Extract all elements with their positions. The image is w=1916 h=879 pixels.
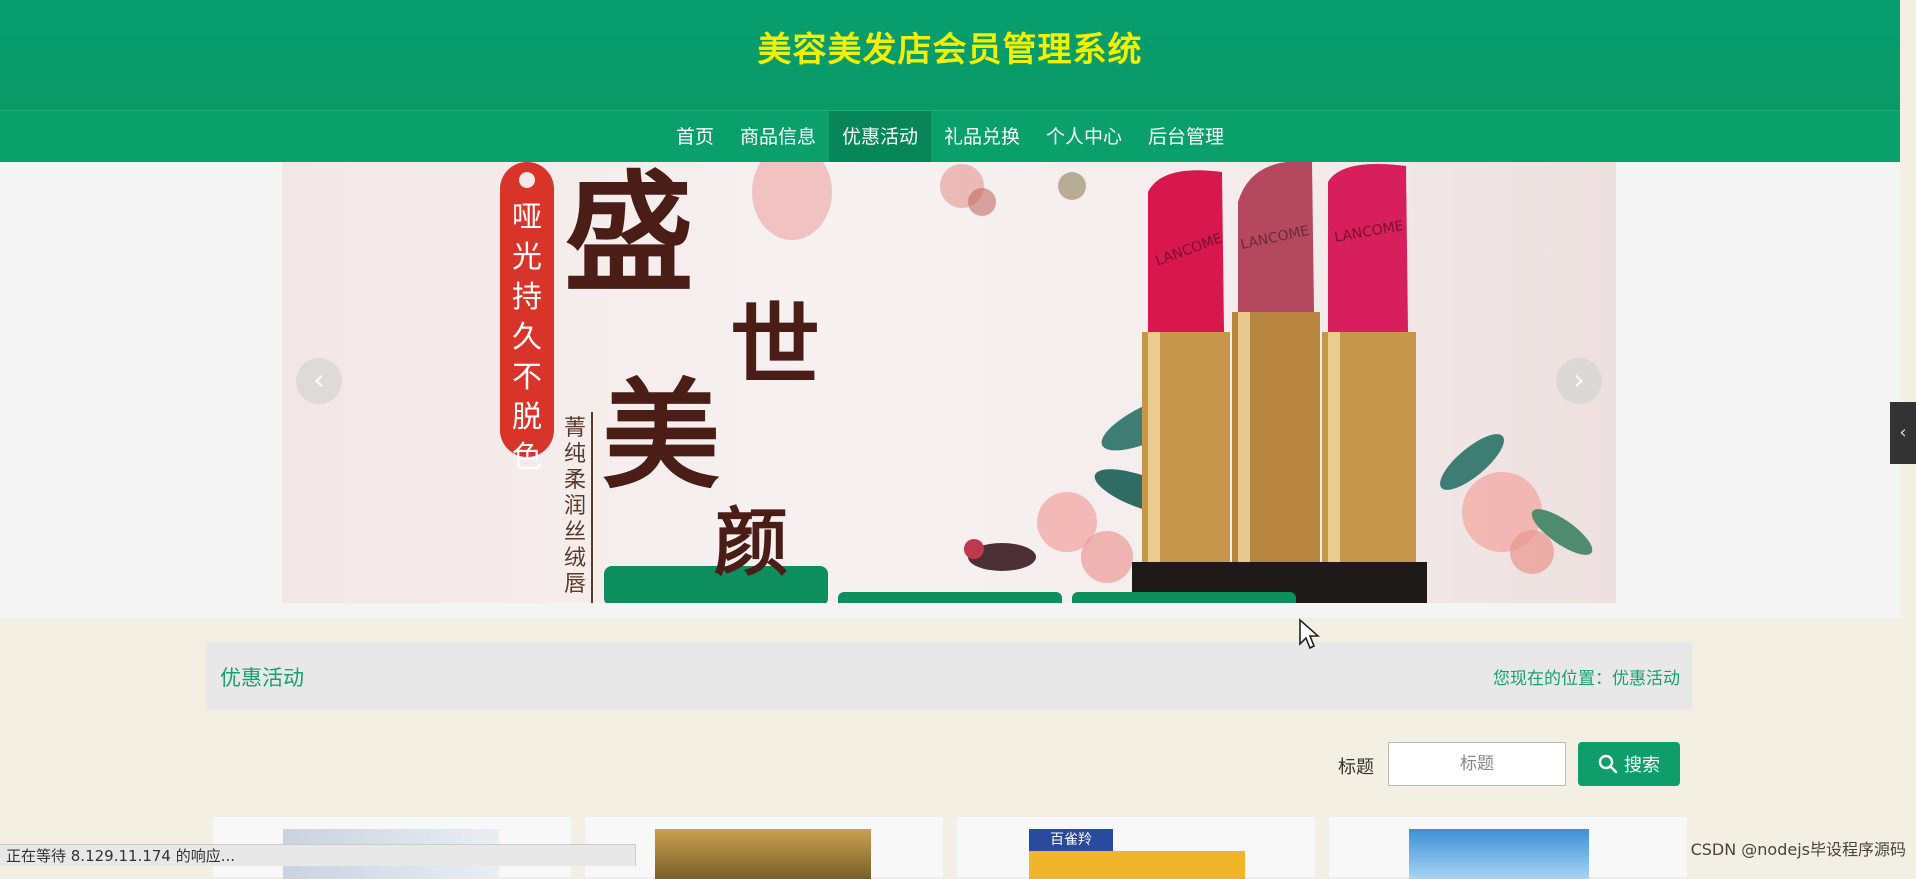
carousel-next-button[interactable]: › <box>1556 358 1602 404</box>
search-button-label: 搜索 <box>1624 755 1660 775</box>
nav-item-promotions[interactable]: 优惠活动 <box>828 111 931 163</box>
carousel-banner[interactable]: 哑光持久不脱色 盛 世 美 颜 菁纯柔润丝绒唇 LANCOME LANCOME … <box>282 162 1616 603</box>
product-thumbnail-label: 百雀羚 <box>1029 829 1113 851</box>
breadcrumb: 您现在的位置：优惠活动 <box>1493 669 1680 689</box>
product-card[interactable]: 百雀羚 <box>956 816 1316 879</box>
site-title: 美容美发店会员管理系统 <box>757 30 1143 70</box>
carousel-prev-button[interactable]: ‹ <box>296 358 342 404</box>
chevron-right-icon: › <box>1573 363 1585 396</box>
nav-item-home[interactable]: 首页 <box>663 111 727 163</box>
chevron-left-icon: ‹ <box>313 363 325 396</box>
search-button[interactable]: 搜索 <box>1578 742 1680 786</box>
banner-headline-2: 世 <box>730 293 820 399</box>
browser-status-bar: 正在等待 8.129.11.174 的响应... <box>0 844 636 866</box>
section-header: 优惠活动 您现在的位置：优惠活动 <box>206 642 1692 710</box>
banner-area: 哑光持久不脱色 盛 世 美 颜 菁纯柔润丝绒唇 LANCOME LANCOME … <box>0 162 1900 618</box>
banner-headline-4: 颜 <box>714 500 788 586</box>
banner-art <box>500 162 1593 603</box>
search-input[interactable] <box>1388 742 1566 786</box>
search-icon <box>1598 754 1618 774</box>
site-header: 美容美发店会员管理系统 <box>0 0 1900 110</box>
chevron-left-icon: ‹ <box>1899 422 1907 443</box>
nav-item-admin[interactable]: 后台管理 <box>1135 111 1237 163</box>
product-card[interactable] <box>1328 816 1688 879</box>
product-card[interactable] <box>584 816 944 879</box>
nav-item-products[interactable]: 商品信息 <box>727 111 829 163</box>
product-thumbnail <box>655 829 871 879</box>
nav-item-personal-center[interactable]: 个人中心 <box>1033 111 1135 163</box>
product-thumbnail <box>1029 851 1245 879</box>
banner-headline-1: 盛 <box>564 162 695 310</box>
watermark: CSDN @nodejs毕设程序源码 <box>1690 840 1906 859</box>
side-panel-toggle[interactable]: ‹ <box>1890 402 1916 464</box>
banner-subtext: 菁纯柔润丝绒唇 <box>564 416 587 597</box>
section-title: 优惠活动 <box>220 666 304 690</box>
search-label: 标题 <box>1338 757 1374 778</box>
product-thumbnail <box>1409 829 1589 879</box>
main-nav: 首页 商品信息 优惠活动 礼品兑换 个人中心 后台管理 <box>0 110 1900 163</box>
banner-headline-3: 美 <box>602 366 721 505</box>
mouse-cursor-icon <box>1299 618 1320 650</box>
nav-item-gift-exchange[interactable]: 礼品兑换 <box>931 111 1033 163</box>
banner-tag-text: 哑光持久不脱色 <box>512 200 542 475</box>
